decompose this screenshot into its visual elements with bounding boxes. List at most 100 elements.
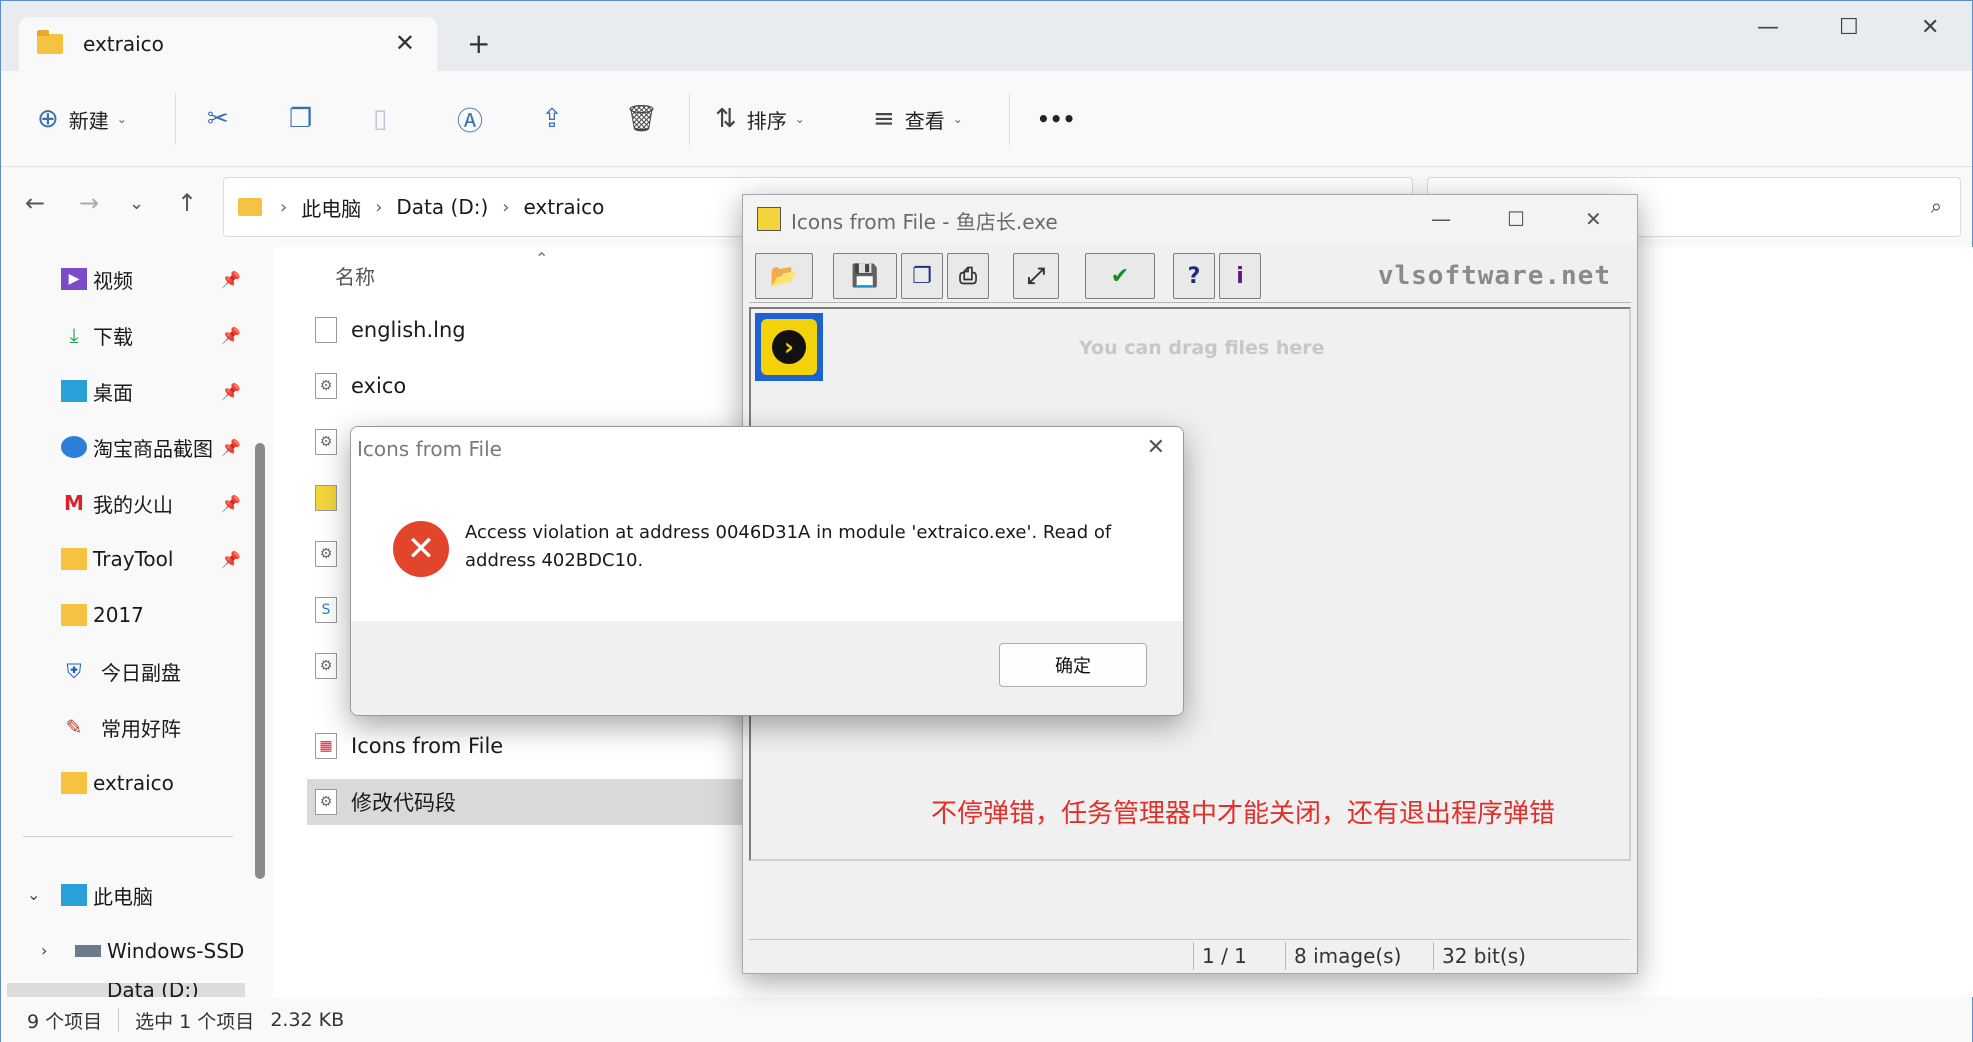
share-button[interactable]: ⇪: [541, 99, 563, 139]
cut-button[interactable]: ✂: [207, 99, 229, 139]
toolbar-divider: [1009, 93, 1010, 145]
share-icon: ⇪: [541, 104, 563, 134]
breadcrumb-this-pc[interactable]: 此电脑: [301, 193, 361, 222]
icons-status-bar: 1 / 1 8 image(s) 32 bit(s): [749, 939, 1631, 971]
app-icon: [757, 207, 781, 231]
printer-icon: ⎙: [959, 263, 977, 289]
forward-arrow-icon[interactable]: →: [79, 189, 99, 217]
copy-button[interactable]: ❐: [289, 99, 312, 139]
delete-button[interactable]: 🗑: [625, 99, 658, 139]
dialog-title: Icons from File: [351, 427, 1183, 471]
app-shortcut-icon: ▦: [315, 733, 337, 759]
tab-extraico[interactable]: extraico ✕: [19, 17, 437, 71]
sidebar-item-desktop[interactable]: 桌面 📌: [61, 371, 251, 411]
icon-index: 1 / 1: [1193, 942, 1281, 970]
icons-toolbar: 📂 💾 ❐ ⎙ ⤢ ✔ ? i vlsoftware.net: [749, 249, 1631, 303]
navigation-pane: ▶ 视频 📌 ⤓ 下载 📌 桌面 📌 淘宝商品截图 📌 M 我的火山 📌 Tra…: [1, 247, 273, 997]
view-button[interactable]: ≡ 查看 ⌄: [873, 99, 963, 139]
pin-icon[interactable]: 📌: [221, 550, 241, 569]
copy-button[interactable]: ❐: [901, 253, 943, 299]
breadcrumb-separator: ›: [502, 196, 510, 218]
tab-close-icon[interactable]: ✕: [395, 29, 415, 57]
settings-file-icon: ⚙: [315, 541, 337, 567]
breadcrumb-separator: ›: [280, 196, 288, 218]
sidebar-divider: [23, 836, 233, 837]
question-icon: ?: [1187, 263, 1201, 289]
expand-chevron-icon[interactable]: ⌄: [27, 885, 40, 904]
pin-icon[interactable]: 📌: [221, 494, 241, 513]
list-item[interactable]: ▦ Icons from File: [307, 723, 767, 769]
icons-window-title: Icons from File - 鱼店长.exe: [791, 209, 1058, 234]
sidebar-item-downloads[interactable]: ⤓ 下载 📌: [61, 315, 251, 355]
minimize-button[interactable]: —: [1757, 15, 1779, 40]
sidebar-item-label: 今日副盘: [101, 660, 181, 685]
new-tab-button[interactable]: +: [467, 27, 490, 60]
new-button[interactable]: ⊕ 新建 ⌄: [37, 99, 127, 139]
up-arrow-icon[interactable]: ↑: [177, 189, 197, 217]
status-bar: 9 个项目 选中 1 个项目 2.32 KB: [1, 997, 1972, 1042]
play-glyph: ›: [772, 330, 806, 364]
error-message: Access violation at address 0046D31A in …: [465, 522, 1112, 571]
check-button[interactable]: ✔: [1085, 253, 1155, 299]
bit-depth: 32 bit(s): [1433, 942, 1573, 970]
sidebar-item-traytool[interactable]: TrayTool 📌: [61, 539, 251, 579]
sidebar-item-jinri[interactable]: ⛨ 今日副盘: [61, 651, 251, 691]
back-arrow-icon[interactable]: ←: [25, 189, 45, 217]
rename-button[interactable]: Ⓐ: [457, 99, 483, 139]
chevron-down-icon: ⌄: [794, 112, 805, 126]
sidebar-item-label: 视频: [93, 268, 133, 293]
info-button[interactable]: i: [1219, 253, 1261, 299]
ok-button[interactable]: 确定: [999, 643, 1147, 687]
maximize-button[interactable]: ☐: [1507, 207, 1525, 231]
sidebar-item-this-pc[interactable]: 此电脑: [61, 875, 251, 915]
folder-icon: [238, 198, 262, 216]
app-icon: [315, 485, 337, 511]
list-item[interactable]: ⚙ exico: [307, 363, 767, 409]
resize-button[interactable]: ⤢: [1013, 253, 1059, 299]
sidebar-item-changyong[interactable]: ✎ 常用好阵: [61, 707, 251, 747]
breadcrumb-data-drive[interactable]: Data (D:): [396, 195, 488, 219]
save-button[interactable]: 💾: [833, 253, 897, 299]
column-header-name[interactable]: 名称: [335, 261, 375, 290]
breadcrumb-extraico[interactable]: extraico: [523, 195, 604, 219]
minimize-button[interactable]: —: [1431, 207, 1451, 231]
chevron-down-icon: ⌄: [116, 112, 127, 126]
pin-icon[interactable]: 📌: [221, 326, 241, 345]
close-button[interactable]: ✕: [1921, 15, 1939, 40]
sidebar-item-videos[interactable]: ▶ 视频 📌: [61, 259, 251, 299]
search-icon: ⌕: [1930, 194, 1942, 218]
close-button[interactable]: ✕: [1585, 207, 1602, 231]
sidebar-item-taobao[interactable]: 淘宝商品截图 📌: [61, 427, 251, 467]
folder-icon: [37, 30, 63, 54]
print-button[interactable]: ⎙: [947, 253, 989, 299]
maximize-button[interactable]: ☐: [1839, 15, 1859, 40]
sort-icon: ⇅: [715, 104, 737, 134]
collapsed-chevron-icon[interactable]: ›: [41, 941, 47, 960]
list-item-selected[interactable]: ⚙ 修改代码段: [307, 779, 767, 825]
drive-icon: [75, 945, 101, 957]
close-icon[interactable]: ✕: [1147, 435, 1165, 460]
help-button[interactable]: ?: [1173, 253, 1215, 299]
recent-locations-chevron-icon[interactable]: ⌄: [129, 193, 144, 214]
sidebar-scrollbar[interactable]: [255, 443, 265, 879]
open-button[interactable]: 📂: [755, 253, 813, 299]
pin-icon[interactable]: 📌: [221, 438, 241, 457]
sidebar-item-label: Windows-SSD: [107, 939, 245, 963]
paste-button[interactable]: ▯: [373, 99, 387, 139]
save-icon: 💾: [851, 263, 879, 289]
sidebar-item-extraico[interactable]: extraico: [61, 763, 251, 803]
pin-icon[interactable]: 📌: [221, 382, 241, 401]
sidebar-item-data-drive[interactable]: Data (D:): [7, 983, 245, 997]
sort-button[interactable]: ⇅ 排序 ⌄: [715, 99, 805, 139]
sidebar-item-huoshan[interactable]: M 我的火山 📌: [61, 483, 251, 523]
pin-icon[interactable]: 📌: [221, 270, 241, 289]
sidebar-item-2017[interactable]: 2017: [61, 595, 251, 635]
more-options-button[interactable]: •••: [1037, 99, 1075, 139]
list-item[interactable]: english.lng: [307, 307, 767, 353]
copy-icon: ❐: [289, 104, 313, 134]
executable-icon: ⚙: [315, 429, 337, 455]
open-folder-icon: 📂: [770, 263, 798, 289]
settings-file-icon: ⚙: [315, 653, 337, 679]
sidebar-item-windows-ssd[interactable]: Windows-SSD: [75, 931, 265, 971]
icon-thumbnail[interactable]: ›: [755, 313, 823, 381]
